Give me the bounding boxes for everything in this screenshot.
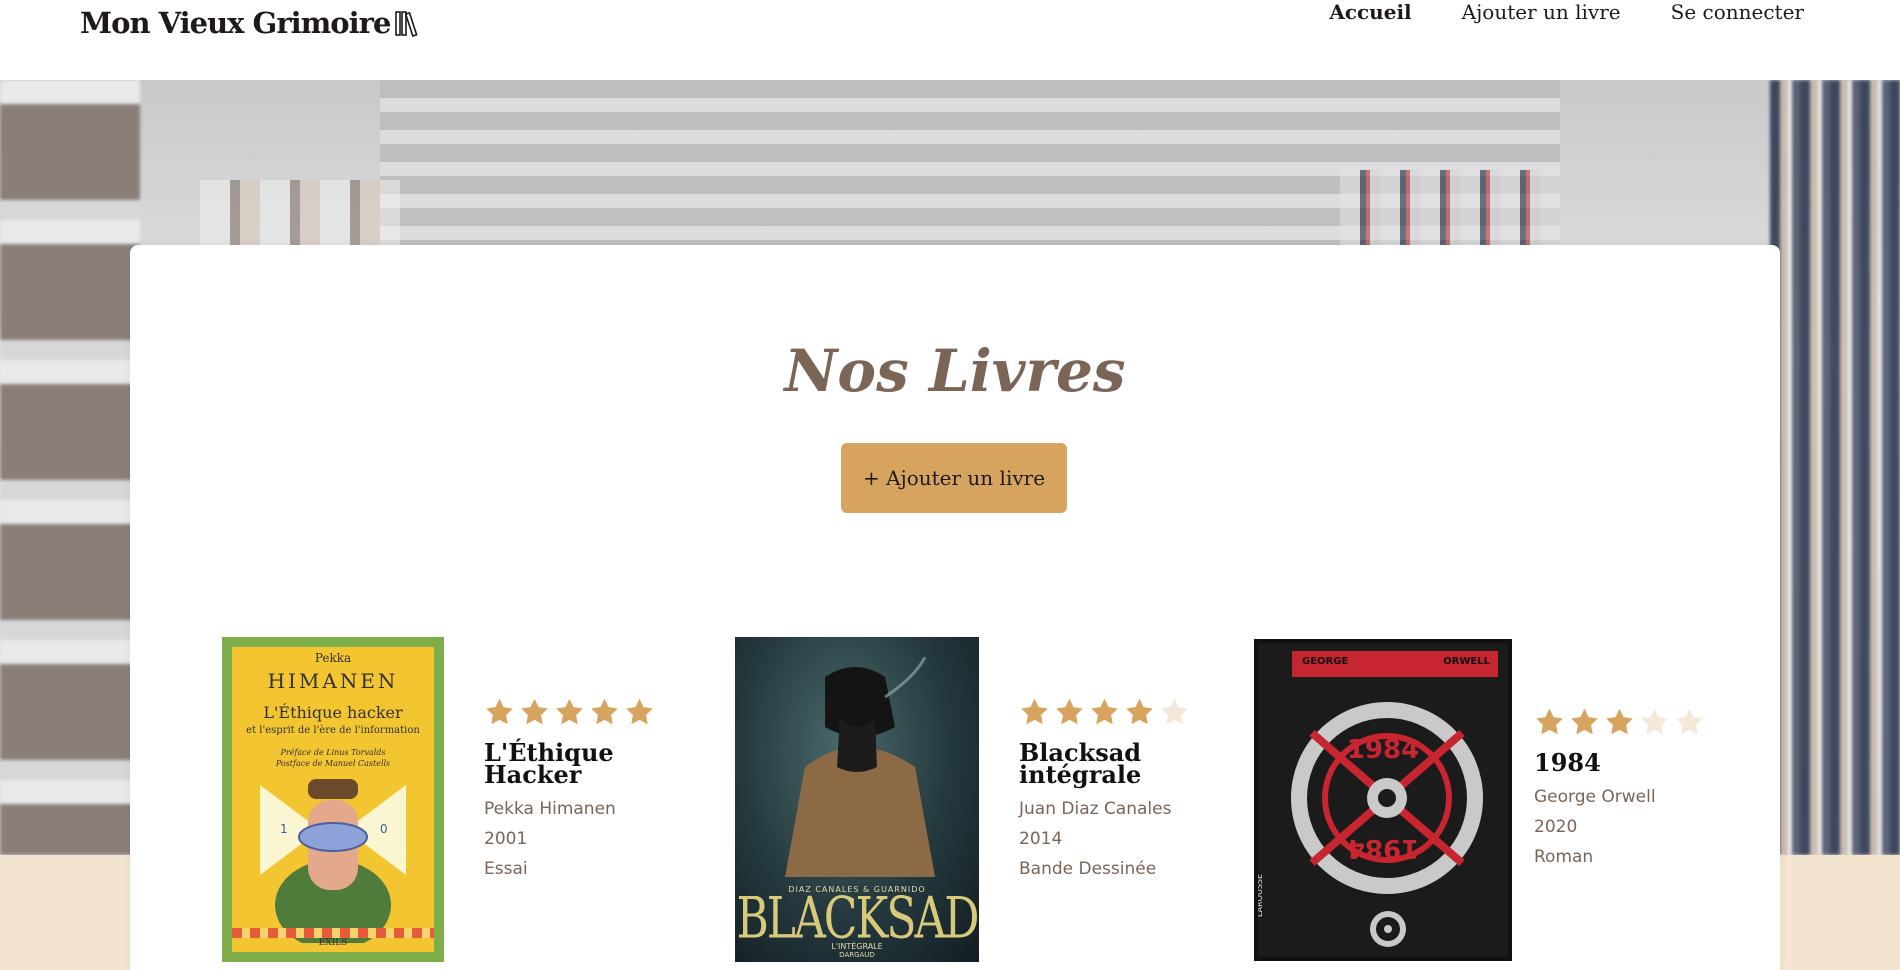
book-genre: Roman bbox=[1534, 847, 1594, 867]
cover-number-top: 1984 bbox=[1346, 735, 1420, 765]
site-logo[interactable]: Mon Vieux Grimoire bbox=[80, 6, 420, 40]
book-author: George Orwell bbox=[1534, 787, 1656, 807]
book-year: 2001 bbox=[484, 829, 528, 849]
star-filled-icon bbox=[1569, 707, 1600, 736]
add-book-button[interactable]: + Ajouter un livre bbox=[841, 443, 1067, 513]
book-info: Blacksad intégrale Juan Diaz Canales 201… bbox=[1019, 637, 1190, 962]
book-author: Pekka Himanen bbox=[484, 799, 616, 819]
cover-author-last: ORWELL bbox=[1443, 656, 1490, 667]
book-meta: Pekka Himanen 2001 Essai bbox=[484, 794, 655, 884]
star-filled-icon bbox=[1054, 697, 1085, 726]
star-filled-icon bbox=[554, 697, 585, 726]
book-info: 1984 George Orwell 2020 Roman bbox=[1534, 639, 1705, 961]
main-nav: Accueil Ajouter un livre Se connecter bbox=[1329, 0, 1804, 24]
cover-illustration: 1 0 bbox=[260, 779, 406, 943]
book-rating bbox=[1019, 697, 1190, 726]
book-title[interactable]: L'Éthique Hacker bbox=[484, 741, 654, 787]
cover-postface-line: Postface de Manuel Castells bbox=[275, 759, 391, 768]
record-icon bbox=[1370, 911, 1406, 947]
page-title: Nos Livres bbox=[784, 337, 1126, 405]
star-filled-icon bbox=[519, 697, 550, 726]
book-cover[interactable]: GEORGE ORWELL 1984 1984 LAROUSSE bbox=[1254, 639, 1512, 961]
svg-text:0: 0 bbox=[380, 822, 388, 836]
cover-author-first: Pekka bbox=[314, 651, 352, 665]
cover-author-last: HIMANEN bbox=[267, 669, 399, 693]
books-card: Nos Livres + Ajouter un livre Pekka HIMA… bbox=[130, 245, 1780, 970]
hero-shelf-left bbox=[0, 80, 140, 855]
star-empty-icon bbox=[1674, 707, 1705, 736]
book-rating bbox=[484, 697, 655, 726]
book-card[interactable]: Pekka HIMANEN L'Éthique hacker et l'espr… bbox=[222, 637, 655, 962]
star-filled-icon bbox=[1124, 697, 1155, 726]
cover-preface-line: Préface de Linus Torvalds bbox=[280, 748, 386, 757]
book-genre: Essai bbox=[484, 859, 528, 879]
site-header: Mon Vieux Grimoire Accueil Ajouter un li… bbox=[0, 0, 1900, 80]
book-genre: Bande Dessinée bbox=[1019, 859, 1157, 879]
nav-item-se-connecter[interactable]: Se connecter bbox=[1671, 0, 1804, 24]
book-rating bbox=[1534, 707, 1705, 736]
book-meta: George Orwell 2020 Roman bbox=[1534, 782, 1705, 872]
cover-publisher: LAROUSSE bbox=[1255, 873, 1264, 917]
star-empty-icon bbox=[1159, 697, 1190, 726]
nav-item-accueil[interactable]: Accueil bbox=[1329, 0, 1411, 24]
book-cover[interactable]: Pekka HIMANEN L'Éthique hacker et l'espr… bbox=[222, 637, 444, 962]
nav-item-ajouter-livre[interactable]: Ajouter un livre bbox=[1462, 0, 1621, 24]
cover-author-first: GEORGE bbox=[1302, 656, 1349, 667]
star-empty-icon bbox=[1639, 707, 1670, 736]
book-title[interactable]: 1984 bbox=[1534, 751, 1704, 775]
book-info: L'Éthique Hacker Pekka Himanen 2001 Essa… bbox=[484, 637, 655, 962]
cover-publisher: DARGAUD bbox=[839, 951, 875, 959]
cover-title: L'Éthique hacker bbox=[263, 703, 403, 722]
star-filled-icon bbox=[589, 697, 620, 726]
book-cover[interactable]: DIAZ CANALES & GUARNIDO BLACKSAD L'INTÉG… bbox=[735, 637, 979, 962]
star-filled-icon bbox=[484, 697, 515, 726]
books-icon bbox=[394, 9, 420, 37]
cover-publisher: EXILS bbox=[318, 938, 348, 948]
star-filled-icon bbox=[1604, 707, 1635, 736]
cover-subtitle: L'INTÉGRALE bbox=[831, 942, 883, 951]
svg-text:1: 1 bbox=[280, 822, 288, 836]
book-card[interactable]: GEORGE ORWELL 1984 1984 LAROUSSE 1984 Ge… bbox=[1254, 639, 1705, 961]
cover-subtitle: et l'esprit de l'ère de l'information bbox=[246, 725, 420, 736]
cover-preface: Préface de Linus Torvalds Postface de Ma… bbox=[238, 747, 428, 769]
book-year: 2020 bbox=[1534, 817, 1578, 837]
book-meta: Juan Diaz Canales 2014 Bande Dessinée bbox=[1019, 794, 1190, 884]
book-author: Juan Diaz Canales bbox=[1019, 799, 1172, 819]
hero-shelf-right bbox=[1770, 80, 1900, 855]
star-filled-icon bbox=[1019, 697, 1050, 726]
cover-illustration bbox=[785, 657, 935, 877]
cover-border-pattern bbox=[232, 928, 434, 938]
star-filled-icon bbox=[624, 697, 655, 726]
cover-gear-illustration bbox=[1291, 702, 1483, 894]
book-card[interactable]: DIAZ CANALES & GUARNIDO BLACKSAD L'INTÉG… bbox=[735, 637, 1190, 962]
book-year: 2014 bbox=[1019, 829, 1063, 849]
star-filled-icon bbox=[1534, 707, 1565, 736]
logo-text: Mon Vieux Grimoire bbox=[80, 6, 391, 40]
book-title[interactable]: Blacksad intégrale bbox=[1019, 741, 1189, 787]
cover-number-bottom: 1984 bbox=[1346, 833, 1420, 863]
star-filled-icon bbox=[1089, 697, 1120, 726]
